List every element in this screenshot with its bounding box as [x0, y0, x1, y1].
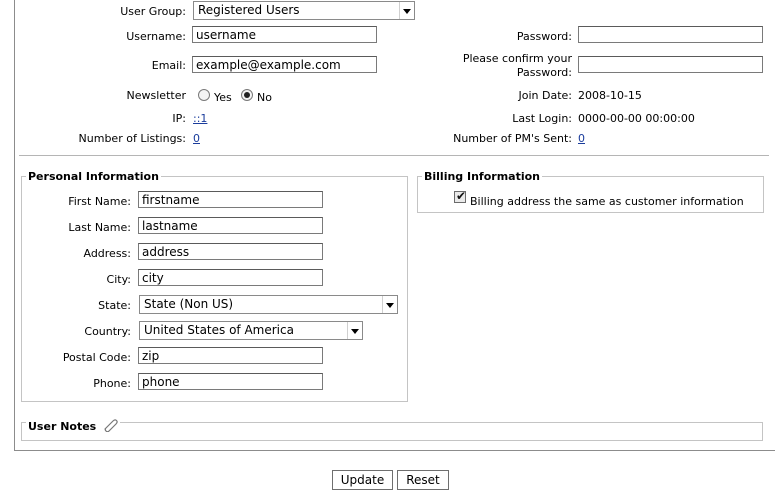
chevron-down-icon: [347, 322, 362, 339]
chevron-down-icon: [399, 2, 414, 19]
last-name-label: Last Name:: [68, 221, 131, 234]
join-date-label: Join Date:: [518, 89, 573, 102]
country-select[interactable]: United States of America: [139, 321, 363, 340]
username-input[interactable]: [192, 26, 377, 43]
state-label: State:: [98, 299, 131, 312]
newsletter-no-radio[interactable]: [241, 89, 253, 101]
personal-info-legend: Personal Information: [26, 170, 161, 183]
listings-label: Number of Listings:: [78, 132, 186, 145]
reset-button[interactable]: Reset: [397, 470, 449, 490]
section-divider: [19, 155, 769, 156]
username-label: Username:: [126, 30, 186, 43]
user-notes-legend: User Notes: [26, 418, 121, 433]
first-name-label: First Name:: [68, 195, 131, 208]
first-name-input[interactable]: [138, 191, 323, 208]
listings-link[interactable]: 0: [193, 132, 200, 145]
confirm-password-label-line2: Password:: [516, 66, 572, 79]
email-input[interactable]: [192, 56, 377, 73]
billing-same-checkbox[interactable]: ✔: [454, 189, 467, 203]
user-notes-title: User Notes: [28, 420, 97, 433]
country-value: United States of America: [144, 323, 294, 337]
user-group-value: Registered Users: [198, 3, 300, 17]
phone-input[interactable]: [138, 373, 323, 390]
billing-same-label: Billing address the same as customer inf…: [470, 195, 744, 208]
address-input[interactable]: [138, 243, 323, 260]
email-label: Email:: [151, 59, 186, 72]
pms-sent-label: Number of PM's Sent:: [453, 132, 572, 145]
billing-info-legend: Billing Information: [422, 170, 542, 183]
user-group-select[interactable]: Registered Users: [193, 1, 415, 20]
user-group-label: User Group:: [120, 5, 186, 18]
personal-info-fieldset: [21, 176, 408, 402]
address-label: Address:: [83, 247, 131, 260]
pms-sent-link[interactable]: 0: [578, 132, 585, 145]
newsletter-label: Newsletter: [126, 89, 186, 102]
paperclip-icon[interactable]: [102, 418, 118, 433]
newsletter-yes-label: Yes: [214, 91, 232, 104]
confirm-password-label-line1: Please confirm your: [462, 52, 572, 65]
chevron-down-icon: [382, 296, 397, 313]
last-login-label: Last Login:: [512, 112, 572, 125]
last-name-input[interactable]: [138, 217, 323, 234]
password-input[interactable]: [578, 26, 763, 43]
newsletter-no-label: No: [257, 91, 272, 104]
password-label: Password:: [516, 30, 572, 43]
postal-code-input[interactable]: [138, 347, 323, 364]
join-date-value: 2008-10-15: [578, 89, 642, 102]
checkmark-icon: ✔: [456, 189, 467, 203]
newsletter-yes-radio[interactable]: [198, 89, 210, 101]
last-login-value: 0000-00-00 00:00:00: [578, 112, 695, 125]
city-label: City:: [106, 273, 131, 286]
update-button[interactable]: Update: [332, 470, 393, 490]
state-select[interactable]: State (Non US): [139, 295, 398, 314]
ip-label: IP:: [172, 112, 186, 125]
user-notes-fieldset: [21, 422, 763, 441]
confirm-password-input[interactable]: [578, 56, 763, 73]
ip-link[interactable]: ::1: [193, 112, 207, 125]
city-input[interactable]: [138, 269, 323, 286]
phone-label: Phone:: [93, 377, 131, 390]
country-label: Country:: [84, 325, 131, 338]
postal-code-label: Postal Code:: [62, 351, 131, 364]
state-value: State (Non US): [144, 297, 234, 311]
